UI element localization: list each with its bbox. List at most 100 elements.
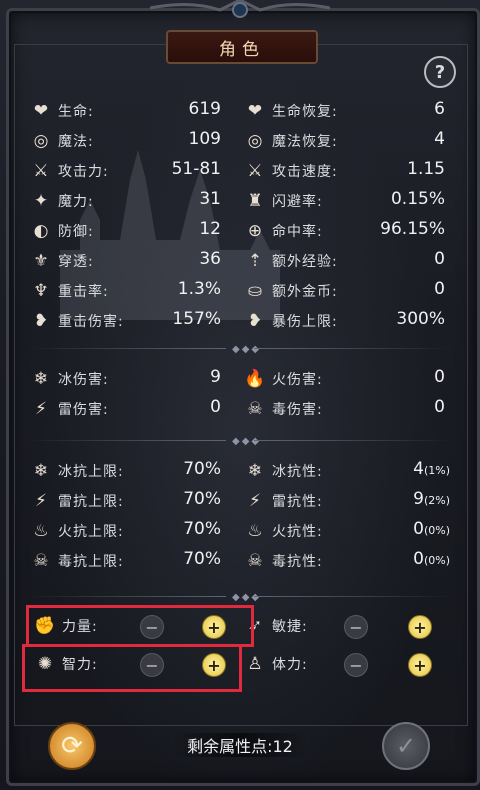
lightning-res-icon: ⚡ [249, 491, 261, 511]
strength-highlight-box [26, 605, 254, 647]
stat-percent: (2%) [423, 494, 450, 507]
stat-value-text: 0 [210, 397, 221, 417]
ice-cap-icon: ❄ [33, 461, 49, 481]
fire-res-icon: ♨ [247, 521, 263, 541]
stat-row: ⚔ 攻击速度: [244, 158, 338, 184]
stat-row: ❥ 重击伤害: [30, 308, 124, 334]
stat-value: 70% [151, 489, 221, 509]
stat-value: 0(0%) [360, 519, 450, 539]
stat-value-text: 70% [183, 519, 221, 539]
stat-label: 火抗上限: [58, 524, 124, 540]
stat-value-text: 157% [172, 309, 221, 329]
page-title-text: 角色 [219, 39, 265, 60]
increase-button[interactable]: + [408, 653, 432, 677]
stat-value-text: 9 [210, 367, 221, 387]
stat-value: 96.15% [355, 219, 445, 239]
remaining-points: 剩余属性点:12 [172, 733, 308, 757]
stat-percent: (1%) [423, 464, 450, 477]
swirl-plus-icon: ◎ [247, 131, 263, 151]
stat-row: ⚔ 攻击力: [30, 158, 109, 184]
crit-damage-icon: ❥ [33, 311, 49, 331]
confirm-button[interactable]: ✓ [382, 722, 430, 770]
stat-row: ♜ 闪避率: [244, 188, 323, 214]
stat-row: ⇡ 额外经验: [244, 248, 338, 274]
stat-row: ❤ 生命: [30, 98, 94, 124]
section-divider: ◆◆◆ [26, 344, 454, 355]
crest-ornament [150, 0, 330, 18]
stat-value-text: 70% [183, 459, 221, 479]
heart-icon: ❤ [33, 101, 49, 121]
stat-row: ❄ 冰抗性: [244, 458, 323, 484]
stat-label: 魔法恢复: [272, 134, 338, 150]
stat-label: 雷伤害: [58, 402, 109, 418]
stat-row: ⚡ 雷伤害: [30, 396, 109, 422]
stat-value-text: 4 [434, 129, 445, 149]
stat-value: 6 [355, 99, 445, 119]
ice-res-icon: ❄ [247, 461, 263, 481]
stat-label: 暴伤上限: [272, 314, 338, 330]
remaining-points-text: 剩余属性点:12 [187, 737, 293, 756]
stat-label: 雷抗上限: [58, 494, 124, 510]
stat-value: 0 [385, 397, 445, 417]
stat-row: ❄ 冰伤害: [30, 366, 109, 392]
stat-row: ♨ 火抗性: [244, 518, 323, 544]
shield-icon: ◐ [33, 221, 49, 241]
stat-label: 魔力: [58, 194, 94, 210]
stat-value-text: 0 [434, 367, 445, 387]
stat-value-text: 1.15 [407, 159, 445, 179]
stat-label: 命中率: [272, 224, 323, 240]
stat-value-text: 0 [434, 397, 445, 417]
stat-label: 闪避率: [272, 194, 323, 210]
stat-value: 70% [151, 519, 221, 539]
pierce-icon: ⚜ [33, 251, 49, 271]
stat-value: 0 [355, 249, 445, 269]
stat-value-text: 0 [413, 549, 424, 569]
stat-value: 51-81 [131, 159, 221, 179]
dodge-icon: ♜ [247, 191, 263, 211]
crit-icon: ♆ [33, 281, 49, 301]
fire-icon: 🔥 [244, 369, 266, 389]
stat-row: ☠ 毒抗性: [244, 548, 323, 574]
stat-value-text: 109 [188, 129, 221, 149]
stat-row: ✦ 魔力: [30, 188, 94, 214]
sword-speed-icon: ⚔ [247, 161, 263, 181]
stat-value: 619 [131, 99, 221, 119]
poison-cap-icon: ☠ [33, 551, 49, 571]
stat-percent: (0%) [423, 524, 450, 537]
section-divider: ◆◆◆ [26, 592, 454, 603]
stat-label: 毒伤害: [272, 402, 323, 418]
stat-value: 0 [355, 279, 445, 299]
decrease-button[interactable]: − [344, 653, 368, 677]
stat-row: ♆ 重击率: [30, 278, 109, 304]
stat-label: 攻击力: [58, 164, 109, 180]
stat-label: 魔法: [58, 134, 94, 150]
stat-value: 300% [355, 309, 445, 329]
stat-value: 1.3% [131, 279, 221, 299]
increase-button[interactable]: + [408, 615, 432, 639]
attribute-row: ♙ 体力: [244, 651, 308, 677]
vitality-icon: ♙ [247, 654, 263, 674]
stat-value-text: 96.15% [380, 219, 445, 239]
stat-label: 额外经验: [272, 254, 338, 270]
stat-label: 火伤害: [272, 372, 323, 388]
poison-res-icon: ☠ [247, 551, 263, 571]
decrease-button[interactable]: − [344, 615, 368, 639]
stat-label: 毒抗上限: [58, 554, 124, 570]
checkmark-icon: ✓ [395, 732, 417, 760]
gold-icon: ⛀ [247, 281, 263, 301]
sword-icon: ⚔ [33, 161, 49, 181]
stat-label: 重击伤害: [58, 314, 124, 330]
lightning-icon: ⚡ [35, 399, 47, 419]
stat-value-text: 300% [396, 309, 445, 329]
stat-label: 雷抗性: [272, 494, 323, 510]
stat-label: 生命: [58, 104, 94, 120]
stat-value: 36 [131, 249, 221, 269]
stat-value: 9(2%) [360, 489, 450, 509]
fire-cap-icon: ♨ [33, 521, 49, 541]
reset-button[interactable]: ⟳ [48, 722, 96, 770]
help-button[interactable]: ? [424, 56, 456, 88]
stat-row: ◎ 魔法恢复: [244, 128, 338, 154]
stat-label: 防御: [58, 224, 94, 240]
stat-value: 12 [131, 219, 221, 239]
stat-label: 冰抗上限: [58, 464, 124, 480]
